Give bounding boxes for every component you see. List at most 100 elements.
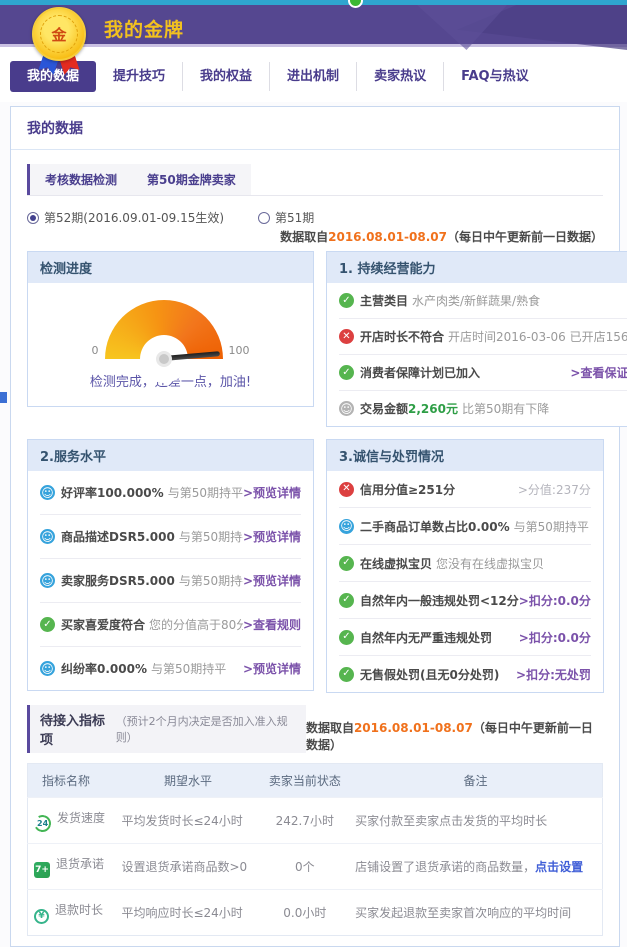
metric-note: 与第50期持平 (179, 528, 243, 545)
note-suffix: （每日中午更新前一日数据） (447, 230, 603, 244)
col-remark: 备注 (349, 764, 602, 798)
metric-label: 卖家服务DSR5.000 (61, 572, 175, 589)
tab-entry-exit[interactable]: 进出机制 (269, 62, 356, 91)
radio-label: 第51期 (275, 209, 314, 226)
preview-detail-link[interactable]: >预览详情 (243, 484, 301, 501)
metric-label: 无售假处罚(且无0分处罚) (360, 666, 499, 683)
service-card-title: 2.服务水平 (28, 440, 313, 471)
tab-faq[interactable]: FAQ与热议 (443, 62, 546, 91)
metric-label: 消费者保障计划已加入 (360, 364, 480, 381)
subtab-assessment-check[interactable]: 考核数据检测 (27, 164, 132, 195)
metric-row: ✕ 信用分值≥251分 >分值:237分 (339, 471, 591, 507)
indicator-name: 退货承诺 (56, 857, 104, 871)
view-deposit-link[interactable]: >查看保证金 (570, 364, 627, 381)
sub-tabs: 考核数据检测 第50期金牌卖家 (27, 164, 603, 196)
progress-gauge: 0 100 检测完成，还差一点，加油! (28, 283, 313, 406)
metric-note: 您没有在线虚拟宝贝 (436, 555, 544, 572)
check-icon: ✓ (339, 293, 354, 308)
metric-row: ☺ 交易金额 2,260元 比第50期有下降 (339, 390, 627, 426)
metric-label: 好评率100.000% (61, 484, 164, 501)
preview-detail-link[interactable]: >预览详情 (243, 572, 301, 589)
metric-row: ☺ 二手商品订单数占比0.00% 与第50期持平 (339, 507, 591, 544)
metric-label: 商品描述DSR5.000 (61, 528, 175, 545)
smiley-icon: ☺ (40, 573, 55, 588)
remark-text: 买家付款至卖家点击发货的平均时长 (355, 814, 547, 828)
metric-row: ✓ 主营类目 水产肉类/新鲜蔬果/熟食 (339, 283, 627, 318)
col-expected-level: 期望水平 (115, 764, 260, 798)
amount-value: 2,260元 (408, 400, 458, 417)
metric-row: ✓ 自然年内一般违规处罚<12分 >扣分:0.0分 (339, 581, 591, 618)
col-indicator-name: 指标名称 (28, 764, 116, 798)
return-promise-icon: 7+ (34, 862, 50, 878)
subtab-period50-sellers[interactable]: 第50期金牌卖家 (132, 164, 251, 195)
score-value-link[interactable]: >分值:237分 (518, 481, 591, 498)
preview-detail-link[interactable]: >预览详情 (243, 660, 301, 677)
browser-top-strip (0, 0, 627, 5)
expected-level: 平均发货时长≤24小时 (115, 798, 260, 844)
indicator-name: 发货速度 (57, 811, 105, 825)
note-prefix: 数据取自 (280, 230, 328, 244)
integrity-penalty-card: 3.诚信与处罚情况 ✕ 信用分值≥251分 >分值:237分 ☺ 二手商品订单数… (326, 439, 604, 693)
deduction-link[interactable]: >扣分:0.0分 (519, 629, 591, 646)
tab-improve-skills[interactable]: 提升技巧 (96, 62, 182, 91)
gauge-max-label: 100 (229, 344, 250, 359)
metric-note: 比第50期有下降 (462, 400, 549, 417)
page-title: 我的金牌 (104, 15, 184, 42)
preview-detail-link[interactable]: >预览详情 (243, 528, 301, 545)
panel-title: 我的数据 (11, 107, 619, 150)
click-to-set-link[interactable]: 点击设置 (535, 860, 583, 874)
gauge-min-label: 0 (92, 344, 99, 359)
ops-ability-card: 1. 持续经营能力 ✓ 主营类目 水产肉类/新鲜蔬果/熟食 ✕ 开店时长不符合 … (326, 251, 627, 427)
metric-label: 纠纷率0.000% (61, 660, 147, 677)
table-row: ¥退款时长 平均响应时长≤24小时 0.0小时 买家发起退款至卖家首次响应的平均… (28, 890, 603, 936)
smiley-icon: ☺ (40, 485, 55, 500)
current-status: 0个 (261, 844, 350, 890)
gauge-needle (163, 351, 219, 361)
remark-text: 店铺设置了退货承诺的商品数量， (355, 860, 535, 874)
metric-note: 与第50期持平 (151, 660, 226, 677)
metric-label: 主营类目 (360, 292, 408, 309)
radio-selected-icon (27, 212, 39, 224)
metric-row: ✓ 自然年内无严重违规处罚 >扣分:0.0分 (339, 618, 591, 655)
current-status: 242.7小时 (261, 798, 350, 844)
pending-metrics-table: 指标名称 期望水平 卖家当前状态 备注 24发货速度 平均发货时长≤24小时 2… (27, 763, 603, 936)
radio-period-52[interactable]: 第52期(2016.09.01-09.15生效) (27, 209, 224, 226)
note-date: 2016.08.01-08.07 (354, 721, 473, 735)
radio-period-51[interactable]: 第51期 (258, 209, 314, 226)
metric-note: 与第50期持平 (514, 518, 589, 535)
check-icon: ✓ (339, 593, 354, 608)
current-status: 0.0小时 (261, 890, 350, 936)
page-banner: 我的金牌 金 (0, 5, 627, 47)
table-row: 7+ 退货承诺 设置退货承诺商品数>0 0个 店铺设置了退货承诺的商品数量，点击设… (28, 844, 603, 890)
smiley-icon: ☺ (339, 519, 354, 534)
metric-label: 二手商品订单数占比0.00% (360, 518, 510, 535)
expected-level: 设置退货承诺商品数>0 (115, 844, 260, 890)
cards-row-2: 2.服务水平 ☺ 好评率100.000% 与第50期持平 >预览详情 ☺ 商品描… (27, 439, 603, 693)
metric-note: 与第50期持平 (179, 572, 243, 589)
tab-my-benefits[interactable]: 我的权益 (182, 62, 269, 91)
gauge-hub (156, 351, 172, 367)
metric-note: 与第50期持平 (168, 484, 243, 501)
metric-row: ☺ 卖家服务DSR5.000 与第50期持平 >预览详情 (40, 558, 301, 602)
expected-level: 平均响应时长≤24小时 (115, 890, 260, 936)
remark-text: 买家发起退款至卖家首次响应的平均时间 (355, 906, 571, 920)
note-date: 2016.08.01-08.07 (328, 230, 447, 244)
metric-note: 您的分值高于80分 (149, 616, 243, 633)
check-icon: ✓ (339, 365, 354, 380)
cross-icon: ✕ (339, 482, 354, 497)
my-data-panel: 我的数据 考核数据检测 第50期金牌卖家 第52期(2016.09.01-09.… (10, 106, 620, 947)
tab-seller-topics[interactable]: 卖家热议 (356, 62, 443, 91)
gauge-card-title: 检测进度 (28, 252, 313, 283)
metric-label: 开店时长不符合 (360, 328, 444, 345)
indicator-name: 退款时长 (55, 903, 103, 917)
integrity-card-title: 3.诚信与处罚情况 (327, 440, 603, 471)
metric-note: 开店时间2016-03-06 已开店156天 (448, 328, 627, 345)
metric-label: 买家喜爱度符合 (61, 616, 145, 633)
metric-row: ✓ 买家喜爱度符合 您的分值高于80分 >查看规则 (40, 602, 301, 646)
metric-row: ✓ 消费者保障计划已加入 >查看保证金 (339, 354, 627, 390)
view-rules-link[interactable]: >查看规则 (243, 616, 301, 633)
deduction-link[interactable]: >扣分:无处罚 (516, 666, 591, 683)
table-header-row: 指标名称 期望水平 卖家当前状态 备注 (28, 764, 603, 798)
deduction-link[interactable]: >扣分:0.0分 (519, 592, 591, 609)
pending-indicators-header: 待接入指标项 （预计2个月内决定是否加入准入规则） 数据取自2016.08.01… (27, 705, 603, 753)
